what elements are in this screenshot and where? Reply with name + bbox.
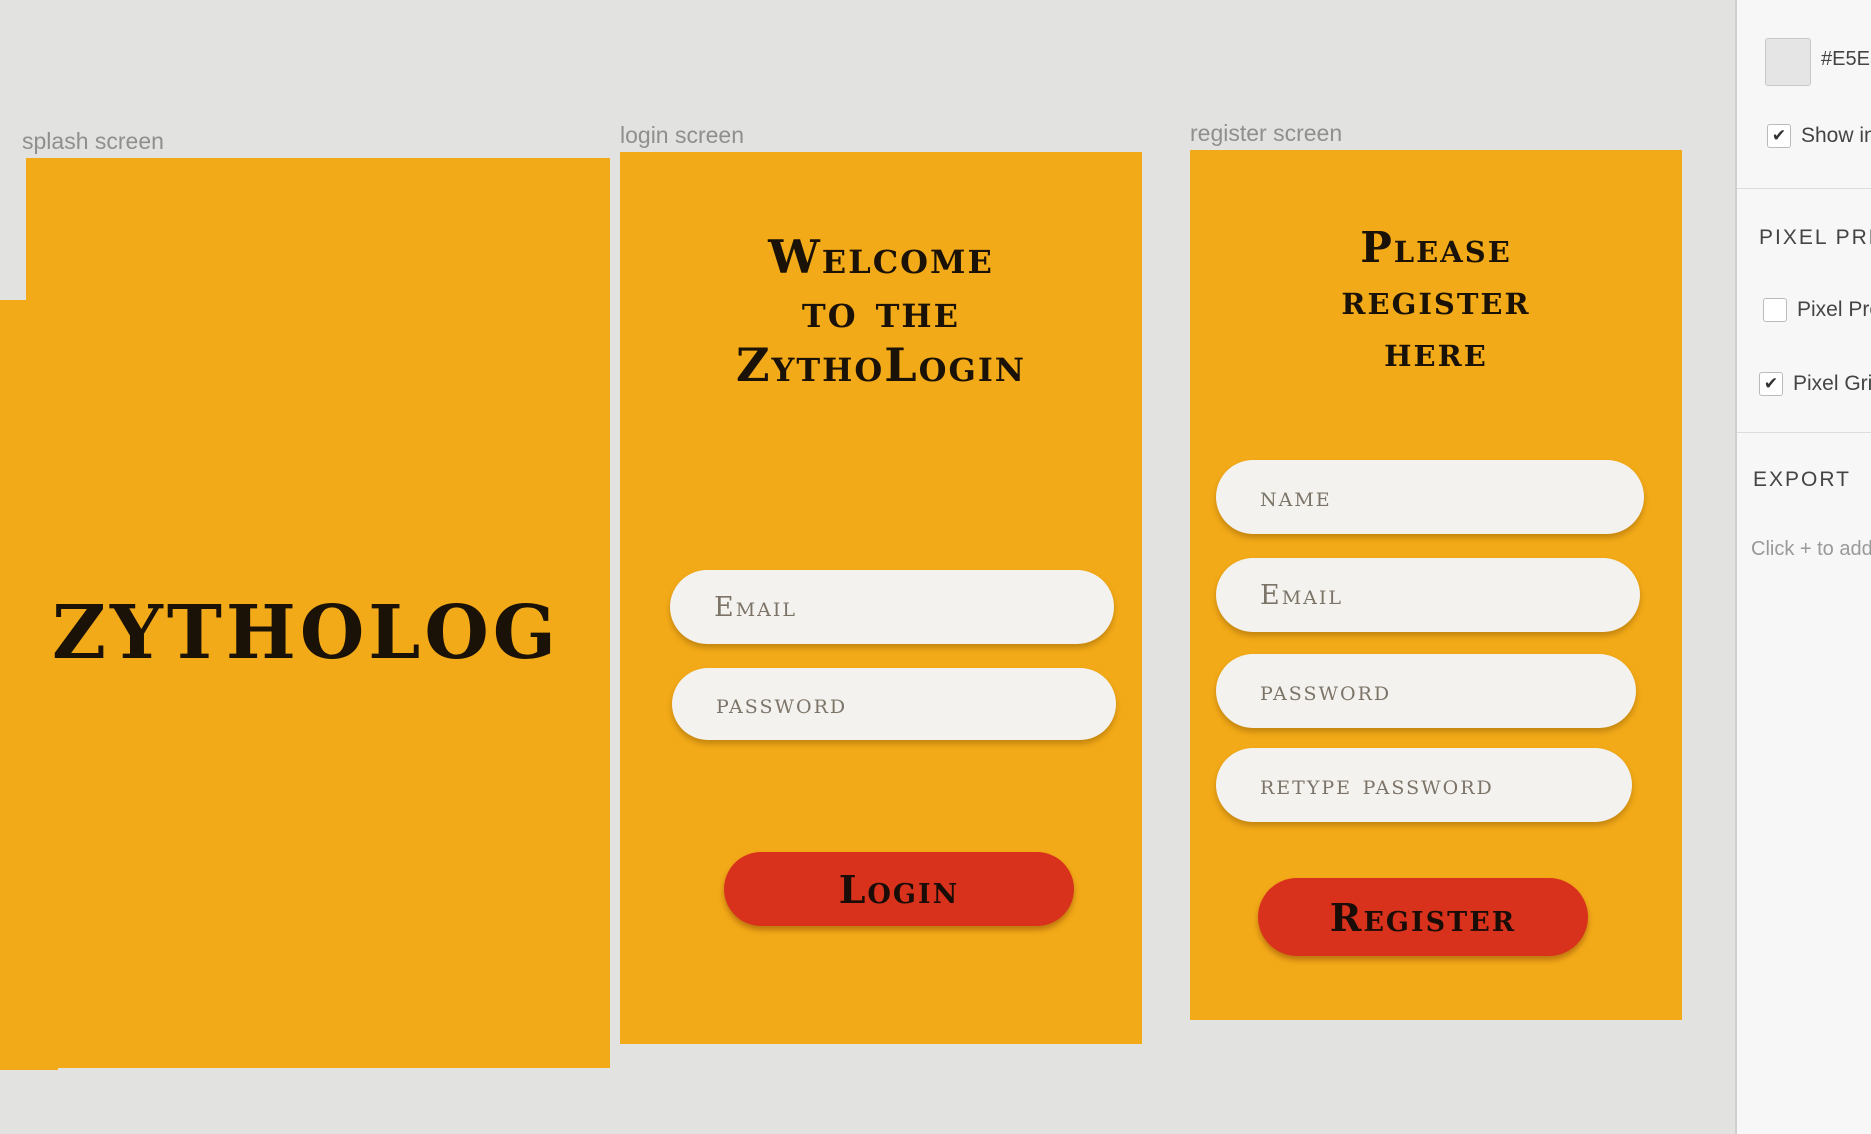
- register-password-field[interactable]: password: [1216, 654, 1636, 728]
- splash-artboard-label[interactable]: splash screen: [22, 128, 164, 155]
- color-swatch[interactable]: [1765, 38, 1811, 86]
- login-artboard-label[interactable]: login screen: [620, 122, 744, 149]
- login-artboard[interactable]: Welcome to the ZythoLogin Email password…: [620, 152, 1142, 1044]
- pixel-grid-checkbox[interactable]: ✔: [1759, 372, 1783, 396]
- pixel-preview-checkbox[interactable]: [1763, 298, 1787, 322]
- export-section-title: EXPORT: [1753, 468, 1851, 491]
- export-hint-text: Click + to add: [1751, 538, 1871, 560]
- show-in-checkbox[interactable]: ✔: [1767, 124, 1791, 148]
- register-heading: Please register here: [1341, 223, 1531, 376]
- design-canvas[interactable]: splash screen ZYTHOLOG login screen Welc…: [0, 0, 1735, 1134]
- register-button[interactable]: Register: [1258, 878, 1588, 956]
- login-email-field[interactable]: Email: [670, 570, 1114, 644]
- show-in-label: Show in: [1801, 124, 1871, 147]
- zytholog-logo: ZYTHOLOG: [52, 590, 560, 676]
- color-value-text[interactable]: #E5E5: [1821, 48, 1871, 71]
- pixel-preview-label: Pixel Pre: [1797, 298, 1871, 321]
- login-button[interactable]: Login: [724, 852, 1074, 926]
- register-artboard-label[interactable]: register screen: [1190, 120, 1342, 147]
- login-password-field[interactable]: password: [672, 668, 1116, 740]
- checkmark-icon: ✔: [1771, 126, 1787, 145]
- splash-artboard[interactable]: ZYTHOLOG: [26, 158, 610, 1068]
- login-heading: Welcome to the ZythoLogin: [735, 230, 1027, 392]
- register-retype-password-field[interactable]: retype password: [1216, 748, 1632, 822]
- panel-divider: [1737, 188, 1871, 189]
- inspector-panel: #E5E5 ✔ Show in PIXEL PRE Pixel Pre ✔ Pi…: [1735, 0, 1871, 1134]
- checkmark-icon: ✔: [1763, 374, 1779, 393]
- pixel-grid-label: Pixel Grid: [1793, 372, 1871, 395]
- panel-divider: [1737, 432, 1871, 433]
- register-name-field[interactable]: name: [1216, 460, 1644, 534]
- pixel-preview-section-title: PIXEL PRE: [1759, 226, 1871, 249]
- register-artboard[interactable]: Please register here name Email password…: [1190, 150, 1682, 1020]
- register-email-field[interactable]: Email: [1216, 558, 1640, 632]
